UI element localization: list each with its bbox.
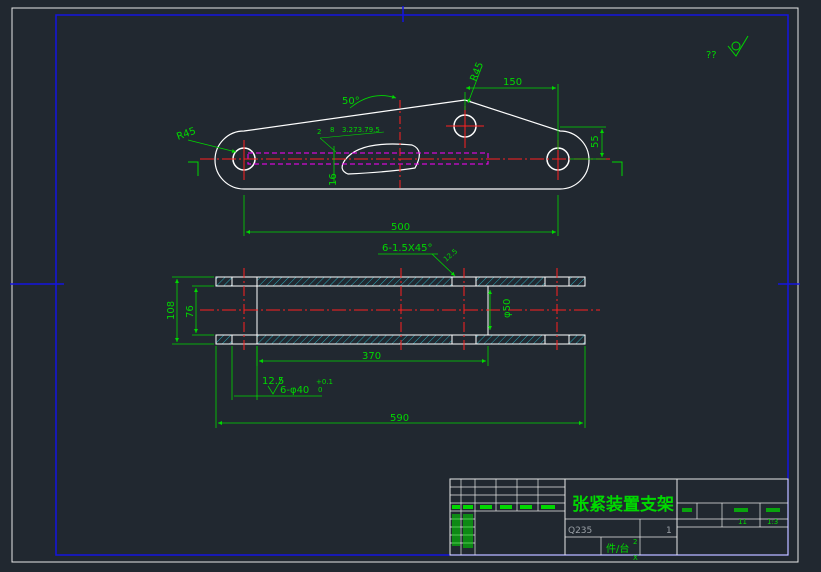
- dim-76: 76: [185, 305, 196, 318]
- sheet-value: 1: [666, 526, 672, 536]
- dim-590: 590: [390, 413, 409, 424]
- roughness-chamfer: 12.5: [442, 247, 459, 263]
- cad-drawing: ?? 500 150 55 R45 R45 50° 16 2 8 3.273.7…: [10, 6, 800, 563]
- dim-50deg: 50°: [342, 96, 360, 107]
- dim-500: 500: [391, 222, 410, 233]
- dim-108: 108: [166, 301, 177, 320]
- qty-value: 2: [633, 538, 637, 546]
- dim-slot: 2: [317, 128, 321, 136]
- scale-cell-1: 11: [738, 518, 747, 526]
- bore-note: 6-φ40: [280, 385, 309, 396]
- qty-label: 件/台: [606, 542, 629, 555]
- title-block: 张紧装置支架 Q235 件/台 2 X 1 11 1:3: [449, 478, 789, 562]
- material: Q235: [568, 526, 592, 536]
- general-roughness-symbol: ??: [706, 35, 749, 61]
- bore-tol-upper: +0.1: [316, 378, 333, 386]
- dim-r45-top: R45: [469, 61, 487, 83]
- drawing-title: 张紧装置支架: [572, 494, 674, 515]
- dim-slot-note: 3.273.79.5: [342, 126, 380, 134]
- dim-150: 150: [503, 77, 522, 88]
- bore-tol-lower: 0: [318, 386, 322, 394]
- dim-16: 16: [328, 173, 339, 186]
- dim-r45-left: R45: [175, 126, 197, 143]
- dim-slot-small: 8: [330, 126, 334, 134]
- top-view: 500 150 55 R45 R45 50° 16 2 8 3.273.79.5: [175, 61, 623, 236]
- dim-370: 370: [362, 351, 381, 362]
- dim-55: 55: [590, 135, 601, 148]
- chamfer-note: 6-1.5X45°: [382, 243, 432, 254]
- dim-phi50: φ50: [502, 299, 513, 318]
- svg-text:??: ??: [706, 50, 717, 61]
- qty-mark: X: [633, 554, 638, 562]
- scale-cell-2: 1:3: [767, 518, 778, 526]
- side-view: 6-1.5X45° 12.5 108 76 φ50 370 12.5 6-φ40…: [166, 243, 600, 428]
